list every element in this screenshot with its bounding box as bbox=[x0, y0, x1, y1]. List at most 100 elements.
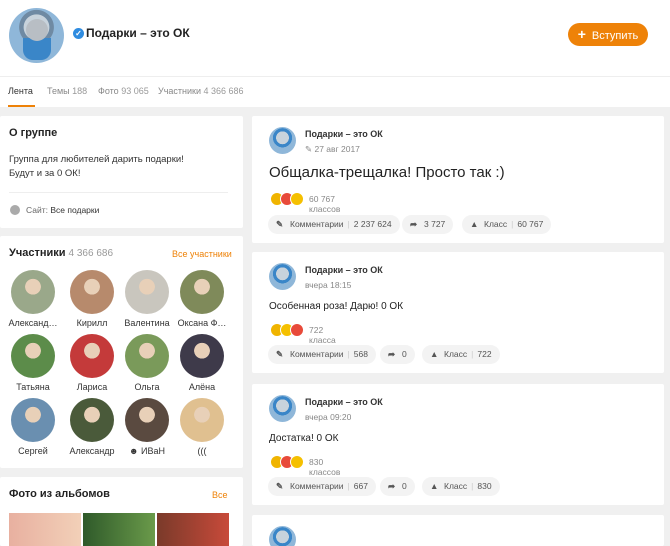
comments-button[interactable]: ✎ Комментарии | 568 bbox=[268, 345, 376, 364]
tab-label: Участники bbox=[158, 86, 201, 96]
post-author[interactable]: Подарки – это ОК bbox=[305, 397, 383, 407]
tab-label: Темы bbox=[47, 86, 70, 96]
post-author[interactable]: Подарки – это ОК bbox=[305, 129, 383, 139]
comments-button[interactable]: ✎ Комментарии | 667 bbox=[268, 477, 376, 496]
share-icon: ➦ bbox=[388, 349, 396, 359]
all-members-link[interactable]: Все участники bbox=[172, 249, 232, 259]
like-icon: ▲ bbox=[430, 481, 439, 491]
tab-feed[interactable]: Лента bbox=[8, 86, 33, 96]
like-button[interactable]: ▲ Класс | 60 767 bbox=[462, 215, 552, 234]
heart-reaction-icon bbox=[290, 323, 304, 337]
join-button[interactable]: + Вступить bbox=[568, 23, 648, 46]
like-button[interactable]: ▲ Класс | 722 bbox=[422, 345, 500, 364]
about-divider bbox=[9, 192, 228, 193]
member-item[interactable]: Валентина bbox=[118, 270, 176, 328]
member-item[interactable]: Алёна bbox=[173, 334, 231, 392]
shares-count: 0 bbox=[402, 349, 407, 359]
member-item[interactable]: Кирилл bbox=[63, 270, 121, 328]
comments-count: 667 bbox=[353, 481, 368, 491]
post-avatar[interactable] bbox=[269, 127, 296, 154]
member-name: Ольга bbox=[134, 382, 160, 392]
group-tabs: Лента Темы 188 Фото 93 065 Участники 4 3… bbox=[0, 76, 670, 107]
active-tab-underline bbox=[8, 105, 35, 107]
likes-count: 722 bbox=[477, 349, 492, 359]
site-value: Все подарки bbox=[50, 205, 100, 215]
member-item[interactable]: Александр bbox=[63, 398, 121, 456]
share-icon: ➦ bbox=[410, 219, 418, 229]
tab-photos[interactable]: Фото 93 065 bbox=[98, 86, 149, 96]
like-label: Класс bbox=[484, 219, 508, 229]
member-name: Валентина bbox=[124, 318, 170, 328]
comments-label: Комментарии bbox=[290, 481, 344, 491]
like-icon: ▲ bbox=[430, 349, 439, 359]
post-avatar[interactable] bbox=[269, 526, 296, 546]
albums-title: Фото из альбомов bbox=[9, 488, 110, 500]
comments-button[interactable]: ✎ Комментарии | 2 237 624 bbox=[268, 215, 400, 234]
post-card: Подарки – это ОК вчера 09:20 Достатка! 0… bbox=[252, 384, 664, 505]
member-avatar bbox=[180, 270, 224, 314]
member-avatar bbox=[70, 334, 114, 378]
post-text: Особенная роза! Дарю! 0 ОК bbox=[269, 301, 404, 312]
likes-count: 830 bbox=[477, 481, 492, 491]
group-avatar[interactable] bbox=[9, 8, 64, 63]
post-card bbox=[252, 515, 664, 546]
member-item[interactable]: Оксана Ф… bbox=[173, 270, 231, 328]
member-item[interactable]: Сергей bbox=[4, 398, 62, 456]
album-thumb[interactable] bbox=[157, 513, 229, 546]
about-line: Будут и за 0 ОК! bbox=[9, 168, 81, 179]
like-button[interactable]: ▲ Класс | 830 bbox=[422, 477, 500, 496]
album-thumb[interactable] bbox=[83, 513, 155, 546]
member-name: ((( bbox=[197, 446, 207, 456]
members-title-text: Участники bbox=[9, 247, 66, 259]
comments-count: 2 237 624 bbox=[353, 219, 392, 229]
tab-topics[interactable]: Темы 188 bbox=[47, 86, 87, 96]
share-button[interactable]: ➦ 0 bbox=[380, 477, 415, 496]
members-count: 4 366 686 bbox=[68, 248, 114, 259]
avatar-cup bbox=[23, 38, 51, 60]
member-avatar bbox=[11, 270, 55, 314]
member-name: Александ… bbox=[8, 318, 58, 328]
post-card: Подарки – это ОК ✎ 27 авг 2017 Общалка-т… bbox=[252, 116, 664, 243]
post-date: вчера 18:15 bbox=[305, 280, 352, 290]
share-button[interactable]: ➦ 3 727 bbox=[402, 215, 454, 234]
member-name: Оксана Ф… bbox=[177, 318, 227, 328]
member-item[interactable]: Татьяна bbox=[4, 334, 62, 392]
member-avatar bbox=[125, 398, 169, 442]
share-button[interactable]: ➦ 0 bbox=[380, 345, 415, 364]
comments-count: 568 bbox=[353, 349, 368, 359]
site-link[interactable]: Сайт: Все подарки bbox=[26, 205, 99, 215]
member-avatar bbox=[180, 398, 224, 442]
post-avatar[interactable] bbox=[269, 395, 296, 422]
member-item[interactable]: ((( bbox=[173, 398, 231, 456]
comments-icon: ✎ bbox=[276, 481, 284, 491]
about-text: Группа для любителей дарить подарки! Буд… bbox=[9, 153, 229, 181]
globe-icon bbox=[10, 205, 20, 215]
comments-label: Комментарии bbox=[290, 349, 344, 359]
tab-members[interactable]: Участники 4 366 686 bbox=[158, 86, 244, 96]
member-avatar bbox=[125, 334, 169, 378]
album-thumb[interactable] bbox=[9, 513, 81, 546]
avatar-cat bbox=[26, 19, 48, 41]
member-name: Сергей bbox=[18, 446, 48, 456]
member-avatar bbox=[70, 398, 114, 442]
post-author[interactable]: Подарки – это ОК bbox=[305, 265, 383, 275]
member-item[interactable]: Лариса bbox=[63, 334, 121, 392]
post-date: вчера 09:20 bbox=[305, 412, 352, 422]
member-item[interactable]: Ольга bbox=[118, 334, 176, 392]
post-avatar[interactable] bbox=[269, 263, 296, 290]
member-name: Лариса bbox=[76, 382, 108, 392]
likes-count: 60 767 bbox=[517, 219, 544, 229]
smile-reaction-icon bbox=[290, 455, 304, 469]
member-item[interactable]: Александ… bbox=[4, 270, 62, 328]
join-button-label: Вступить bbox=[591, 30, 639, 42]
member-name: ☻ ИВаН bbox=[129, 446, 165, 456]
all-albums-link[interactable]: Все bbox=[212, 490, 228, 500]
member-name: Кирилл bbox=[76, 318, 108, 328]
reactions-count: 60 767 классов bbox=[309, 194, 341, 214]
member-item[interactable]: ☻ ИВаН bbox=[118, 398, 176, 456]
comments-icon: ✎ bbox=[276, 349, 284, 359]
member-name: Алёна bbox=[188, 382, 216, 392]
albums-card: Фото из альбомов Все bbox=[0, 477, 243, 546]
about-card: О группе Группа для любителей дарить под… bbox=[0, 116, 243, 228]
shares-count: 0 bbox=[402, 481, 407, 491]
